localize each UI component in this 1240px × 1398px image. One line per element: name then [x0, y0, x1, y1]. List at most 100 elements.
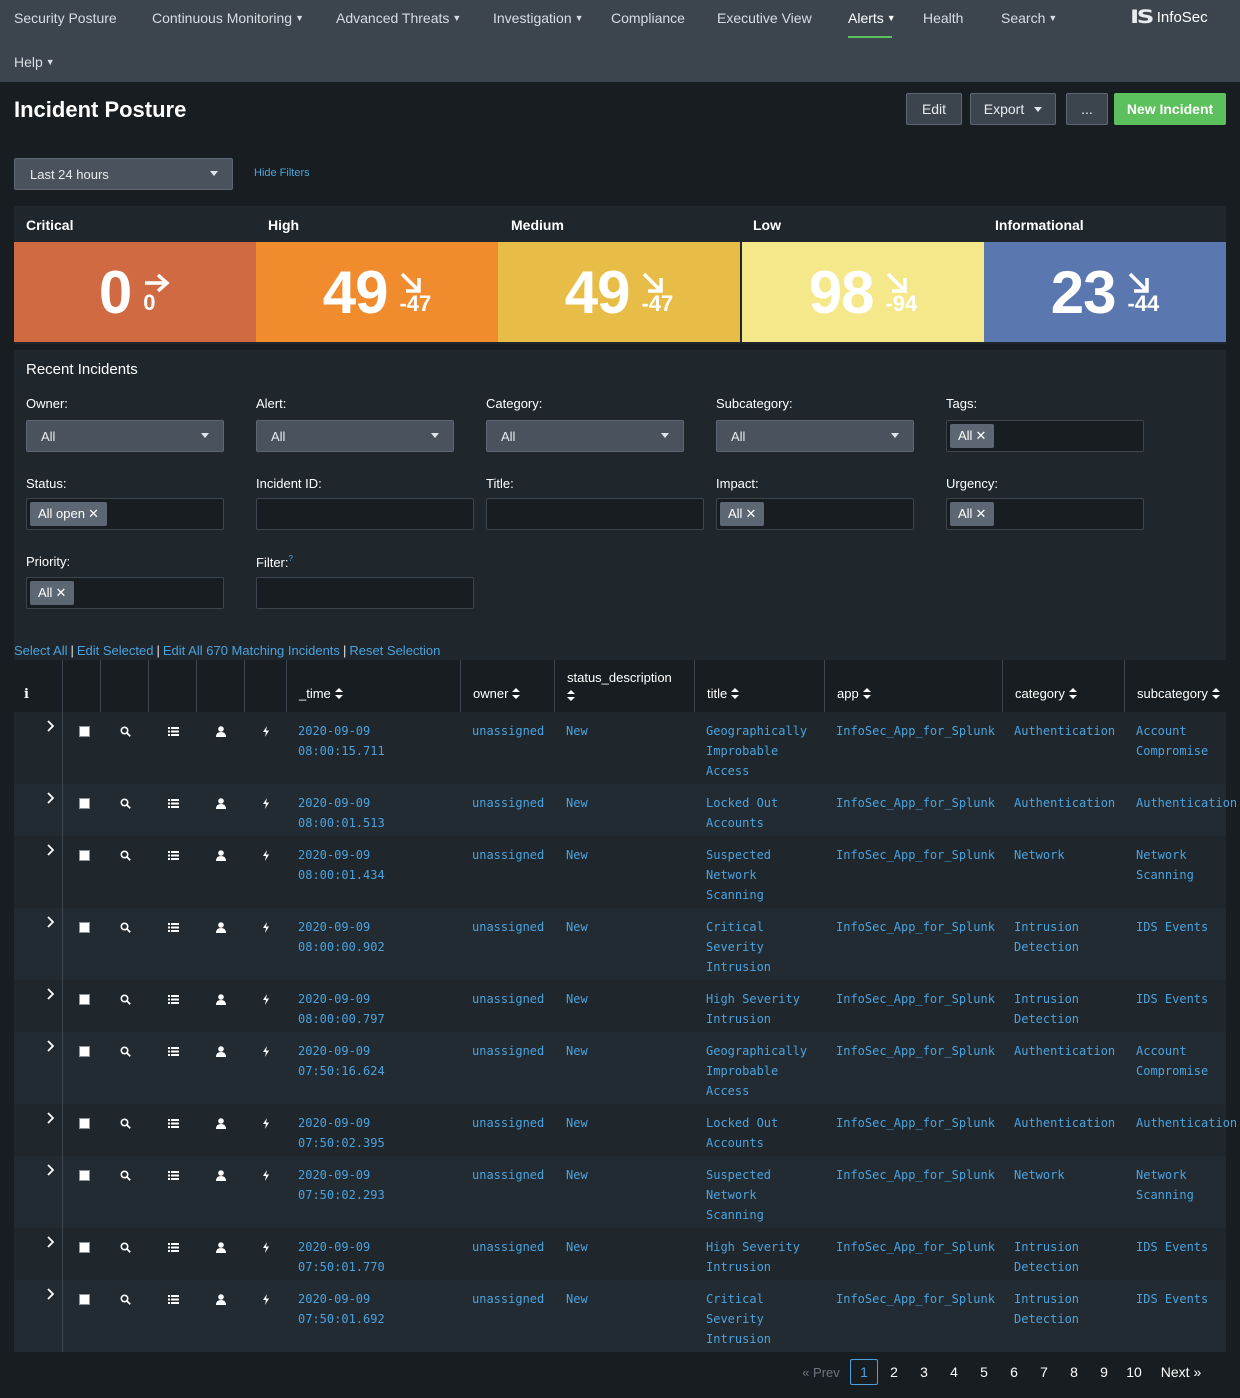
checkbox-icon[interactable] — [76, 1239, 92, 1255]
checkbox-icon[interactable] — [76, 991, 92, 1007]
user-icon[interactable] — [213, 991, 229, 1007]
category-cell[interactable]: Intrusion Detection — [1014, 1289, 1079, 1329]
user-icon[interactable] — [213, 1115, 229, 1131]
urgency-token[interactable]: All ✕ — [950, 502, 995, 526]
checkbox-icon[interactable] — [76, 919, 92, 935]
column-header-subcategory[interactable]: subcategory — [1125, 660, 1226, 712]
severity-tile-high[interactable]: 49 -47 — [256, 242, 498, 342]
status-cell[interactable]: New — [566, 989, 588, 1009]
close-icon[interactable]: ✕ — [975, 506, 986, 521]
magnifier-icon[interactable] — [117, 723, 133, 739]
status-cell[interactable]: New — [566, 1165, 588, 1185]
time-cell[interactable]: 2020-09-09 07:50:02.395 — [298, 1113, 385, 1153]
category-cell[interactable]: Authentication — [1014, 721, 1115, 741]
nav-security-posture[interactable]: Security Posture — [14, 10, 117, 26]
status-cell[interactable]: New — [566, 917, 588, 937]
subcategory-cell[interactable]: Account Compromise — [1136, 721, 1208, 761]
lightning-icon[interactable] — [258, 1167, 274, 1183]
status-cell[interactable]: New — [566, 1289, 588, 1309]
page-9-link[interactable]: 9 — [1090, 1359, 1118, 1385]
chevron-right-icon[interactable] — [42, 1234, 58, 1250]
user-icon[interactable] — [213, 919, 229, 935]
owner-cell[interactable]: unassigned — [472, 1113, 544, 1133]
chevron-right-icon[interactable] — [42, 1110, 58, 1126]
list-icon[interactable] — [165, 1167, 181, 1183]
category-cell[interactable]: Authentication — [1014, 1113, 1115, 1133]
page-6-link[interactable]: 6 — [1000, 1359, 1028, 1385]
category-dropdown[interactable]: All — [486, 420, 684, 452]
nav-alerts[interactable]: Alerts ▼ — [848, 10, 896, 26]
select-all-link[interactable]: Select All — [14, 643, 67, 658]
close-icon[interactable]: ✕ — [55, 585, 66, 600]
impact-multiselect[interactable]: All ✕ — [716, 498, 914, 530]
title-cell[interactable]: Locked Out Accounts — [706, 1113, 778, 1153]
status-cell[interactable]: New — [566, 1041, 588, 1061]
close-icon[interactable]: ✕ — [88, 506, 99, 521]
owner-cell[interactable]: unassigned — [472, 1289, 544, 1309]
list-icon[interactable] — [165, 795, 181, 811]
table-row[interactable]: 2020-09-09 07:50:02.395 unassigned New Locke… — [14, 1104, 1237, 1156]
time-cell[interactable]: 2020-09-09 07:50:01.692 — [298, 1289, 385, 1329]
new-incident-button[interactable]: New Incident — [1114, 93, 1226, 125]
close-icon[interactable]: ✕ — [975, 428, 986, 443]
magnifier-icon[interactable] — [117, 1043, 133, 1059]
magnifier-icon[interactable] — [117, 1291, 133, 1307]
user-icon[interactable] — [213, 847, 229, 863]
magnifier-icon[interactable] — [117, 847, 133, 863]
lightning-icon[interactable] — [258, 723, 274, 739]
column-header-title[interactable]: title — [695, 660, 825, 712]
lightning-icon[interactable] — [258, 1239, 274, 1255]
user-icon[interactable] — [213, 1043, 229, 1059]
priority-token[interactable]: All ✕ — [30, 581, 75, 605]
table-row[interactable]: 2020-09-09 07:50:01.770 unassigned New High … — [14, 1228, 1226, 1280]
owner-cell[interactable]: unassigned — [472, 1041, 544, 1061]
chevron-right-icon[interactable] — [42, 986, 58, 1002]
time-cell[interactable]: 2020-09-09 08:00:00.902 — [298, 917, 385, 957]
owner-cell[interactable]: unassigned — [472, 1237, 544, 1257]
edit-selected-link[interactable]: Edit Selected — [77, 643, 154, 658]
chevron-right-icon[interactable] — [42, 1286, 58, 1302]
table-row[interactable]: 2020-09-09 08:00:15.711 unassigned New Geogr… — [14, 712, 1226, 784]
severity-tile-low[interactable]: 98 -94 — [742, 242, 984, 342]
severity-tile-informational[interactable]: 23 -44 — [984, 242, 1226, 342]
app-cell[interactable]: InfoSec_App_for_Splunk — [836, 989, 995, 1009]
user-icon[interactable] — [213, 795, 229, 811]
subcategory-dropdown[interactable]: All — [716, 420, 914, 452]
title-cell[interactable]: Geographically Improbable Access — [706, 1041, 807, 1101]
nav-continuous-monitoring[interactable]: Continuous Monitoring ▼ — [152, 10, 304, 26]
table-row[interactable]: 2020-09-09 08:00:00.797 unassigned New High … — [14, 980, 1226, 1032]
category-cell[interactable]: Intrusion Detection — [1014, 917, 1079, 957]
owner-cell[interactable]: unassigned — [472, 1165, 544, 1185]
magnifier-icon[interactable] — [117, 991, 133, 1007]
checkbox-icon[interactable] — [76, 795, 92, 811]
more-actions-button[interactable]: ... — [1066, 93, 1108, 125]
chevron-right-icon[interactable] — [42, 1038, 58, 1054]
page-7-link[interactable]: 7 — [1030, 1359, 1058, 1385]
owner-cell[interactable]: unassigned — [472, 845, 544, 865]
impact-token[interactable]: All ✕ — [720, 502, 765, 526]
table-row[interactable]: 2020-09-09 07:50:16.624 unassigned New Geogr… — [14, 1032, 1226, 1104]
list-icon[interactable] — [165, 1115, 181, 1131]
list-icon[interactable] — [165, 847, 181, 863]
edit-all-link[interactable]: Edit All 670 Matching Incidents — [163, 643, 340, 658]
category-cell[interactable]: Intrusion Detection — [1014, 1237, 1079, 1277]
time-cell[interactable]: 2020-09-09 08:00:15.711 — [298, 721, 385, 761]
table-row[interactable]: 2020-09-09 08:00:01.513 unassigned New Locke… — [14, 784, 1237, 836]
incident-id-input[interactable] — [256, 498, 474, 530]
app-logo[interactable]: IS InfoSec — [1130, 6, 1208, 28]
nav-help[interactable]: Help ▼ — [14, 54, 55, 70]
user-icon[interactable] — [213, 1167, 229, 1183]
tags-multiselect[interactable]: All ✕ — [946, 420, 1144, 452]
user-icon[interactable] — [213, 1291, 229, 1307]
user-icon[interactable] — [213, 1239, 229, 1255]
nav-investigation[interactable]: Investigation ▼ — [493, 10, 584, 26]
table-row[interactable]: 2020-09-09 08:00:01.434 unassigned New Suspe… — [14, 836, 1226, 908]
subcategory-cell[interactable]: IDS Events — [1136, 917, 1208, 937]
subcategory-cell[interactable]: IDS Events — [1136, 989, 1208, 1009]
alert-dropdown[interactable]: All — [256, 420, 454, 452]
category-cell[interactable]: Authentication — [1014, 1041, 1115, 1061]
column-header-owner[interactable]: owner — [461, 660, 555, 712]
app-cell[interactable]: InfoSec_App_for_Splunk — [836, 1237, 995, 1257]
nav-health[interactable]: Health — [923, 10, 963, 26]
status-cell[interactable]: New — [566, 1113, 588, 1133]
